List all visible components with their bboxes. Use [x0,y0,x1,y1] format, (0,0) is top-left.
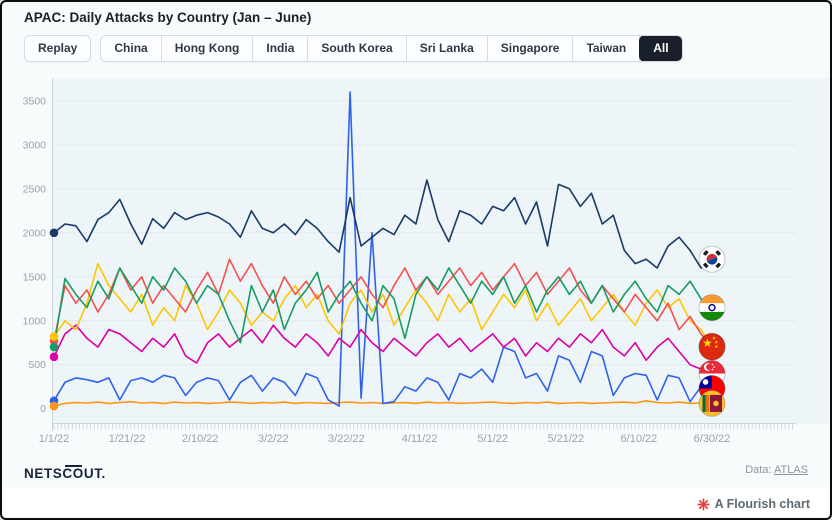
svg-text:1/21/22: 1/21/22 [109,433,146,445]
flourish-starburst-icon [697,498,710,511]
atlas-link[interactable]: ATLAS [774,464,808,476]
svg-text:1000: 1000 [23,315,47,327]
svg-text:3000: 3000 [23,139,47,151]
start-dot-hong-kong [50,332,59,341]
svg-text:0: 0 [40,403,46,415]
data-source-note: Data: ATLAS [745,464,808,476]
svg-text:1500: 1500 [23,271,47,283]
svg-text:2500: 2500 [23,183,47,195]
svg-text:5/1/22: 5/1/22 [477,433,508,445]
filter-button-all[interactable]: All [639,35,682,62]
netscout-logo-bar [65,465,82,467]
attacks-line-chart: 0 500 1000 1500 2000 2500 3000 3500 1/1/22 1/21/2… [2,2,832,520]
data-source-prefix: Data: [745,464,771,476]
start-dot-sri-lanka [50,402,59,411]
svg-text:4/11/22: 4/11/22 [402,433,438,445]
svg-text:500: 500 [28,359,46,371]
netscout-logo: NETSCOUT. [24,466,106,481]
flourish-attribution[interactable]: A Flourish chart [697,497,810,511]
start-dot-south-korea [50,229,59,238]
flourish-chart-card: APAC: Daily Attacks by Country (Jan – Ju… [0,0,832,520]
svg-text:6/30/22: 6/30/22 [694,433,731,445]
start-dot-india [50,343,59,352]
svg-text:3/22/22: 3/22/22 [328,433,365,445]
svg-text:3/2/22: 3/2/22 [258,433,289,445]
svg-text:6/10/22: 6/10/22 [621,433,658,445]
start-dot-singapore [50,353,59,362]
svg-text:3500: 3500 [23,95,47,107]
svg-text:1/1/22: 1/1/22 [39,433,70,445]
svg-text:2000: 2000 [23,227,47,239]
flourish-attribution-label: A Flourish chart [715,497,810,511]
svg-text:2/10/22: 2/10/22 [182,433,219,445]
svg-text:5/21/22: 5/21/22 [547,433,584,445]
